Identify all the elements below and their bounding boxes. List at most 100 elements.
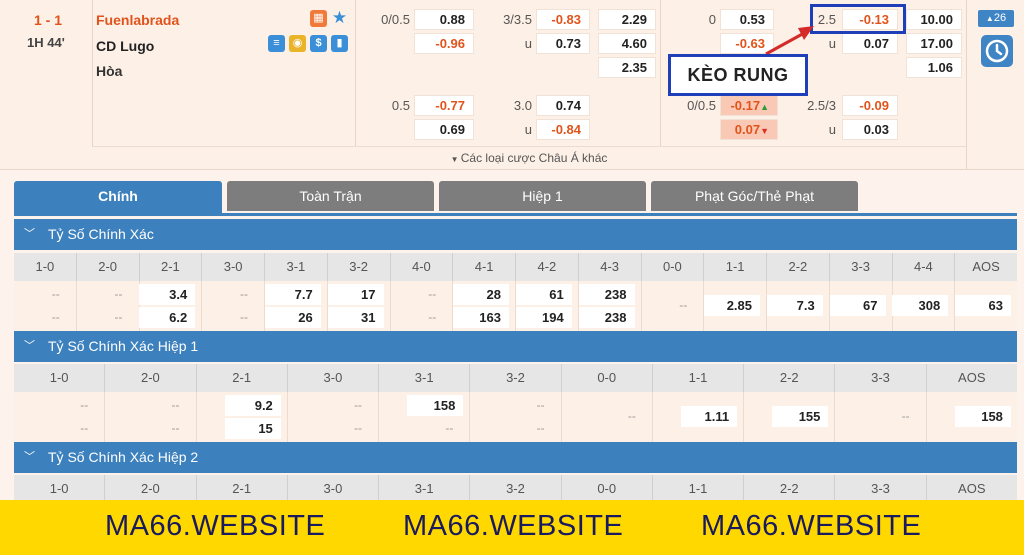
score-odds-cell[interactable]: 67 xyxy=(829,295,886,316)
score-column-header: AOS xyxy=(958,370,986,385)
score-odds-cell[interactable]: 238 xyxy=(578,284,635,305)
arrow-down-icon: ▼ xyxy=(760,126,769,136)
odds-cell[interactable]: -0.84 xyxy=(536,119,590,140)
score-odds-cell[interactable]: 308 xyxy=(892,295,949,316)
bar-chart-icon[interactable]: ▮ xyxy=(331,35,348,52)
score-odds-cell[interactable]: 28 xyxy=(453,284,509,305)
empty-odds: -- xyxy=(240,287,248,301)
tab-main[interactable]: Chính xyxy=(14,181,222,214)
home-team[interactable]: Fuenlabrada xyxy=(96,12,179,28)
score-column-header: 4-3 xyxy=(579,253,642,281)
odds-cell[interactable]: 1.06 xyxy=(906,57,962,78)
score-odds-column: 17 31 xyxy=(327,281,391,331)
score-column-header: 1-1 xyxy=(653,475,745,503)
score-odds-cell[interactable]: 158 xyxy=(954,406,1011,427)
correct-score-h2-header: 1-0 2-0 2-1 3-0 3-1 3-2 0-0 1-1 2-2 3-3 AOS xyxy=(14,475,1017,503)
clock-icon xyxy=(985,39,1009,63)
score-odds-cell[interactable]: 9.2 xyxy=(224,395,281,416)
score-odds-column: 7.3 xyxy=(766,281,830,331)
odds-cell[interactable]: 0.03 xyxy=(842,119,898,140)
odds-cell[interactable]: -0.83 xyxy=(536,9,590,30)
match-time: 1H 44' xyxy=(27,35,65,50)
handicap-line: 0/0.5 xyxy=(687,98,716,113)
score-odds-column: 63 xyxy=(955,281,1017,331)
score-column-header: 2-2 xyxy=(744,364,836,392)
score-column-header: 3-2 xyxy=(470,475,562,503)
score-odds-column: -- -- xyxy=(77,281,140,331)
score-odds-column: -- -- xyxy=(202,281,265,331)
score-odds-column: -- -- xyxy=(14,392,106,442)
score-odds-cell[interactable]: 1.11 xyxy=(681,406,738,427)
score-column-header: 2-1 xyxy=(197,475,288,503)
section-correct-score-h1[interactable]: ﹀ Tỷ Số Chính Xác Hiệp 1 xyxy=(14,331,1017,362)
lineup-icon[interactable]: ≡ xyxy=(268,35,285,52)
score-odds-cell[interactable]: 15 xyxy=(224,418,281,439)
tab-first-half[interactable]: Hiệp 1 xyxy=(439,181,646,211)
odds-cell[interactable]: 0.69 xyxy=(414,119,474,140)
odds-cell[interactable]: 0.74 xyxy=(536,95,590,116)
odds-cell[interactable]: 0.88 xyxy=(414,9,474,30)
odds-cell[interactable]: -0.77 xyxy=(414,95,474,116)
score-odds-cell[interactable]: 63 xyxy=(955,295,1011,316)
score-column-header: 1-1 xyxy=(704,253,767,281)
score-odds-cell[interactable]: 61 xyxy=(515,284,572,305)
favorite-star-icon[interactable]: ★ xyxy=(331,9,348,26)
score-odds-cell[interactable]: 17 xyxy=(327,284,384,305)
watermark-text: MA66.WEBSITE xyxy=(105,510,326,542)
history-clock-button[interactable] xyxy=(981,35,1013,67)
score-column-header: 0-0 xyxy=(562,475,653,503)
markets-count-badge[interactable]: ▲26 xyxy=(978,10,1014,27)
stats-grid-icon[interactable]: ▦ xyxy=(310,10,327,27)
score-odds-column: 28 163 xyxy=(453,281,516,331)
tab-full-match[interactable]: Toàn Trận xyxy=(227,181,434,211)
odds-cell[interactable]: -0.96 xyxy=(414,33,474,54)
section-correct-score-h2[interactable]: ﹀ Tỷ Số Chính Xác Hiệp 2 xyxy=(14,442,1017,473)
more-asian-bets-link[interactable]: ▼ Các loại cược Châu Á khác xyxy=(92,146,966,168)
score-column-header: 3-3 xyxy=(835,475,927,503)
odds-value: -0.17 xyxy=(730,98,761,113)
score-odds-cell[interactable]: 238 xyxy=(578,307,635,328)
away-team[interactable]: CD Lugo xyxy=(96,38,154,54)
score-odds-cell[interactable]: 6.2 xyxy=(139,307,196,328)
odds-cell[interactable]: 0.73 xyxy=(536,33,590,54)
score-odds-column: 3.4 6.2 xyxy=(139,281,203,331)
score-odds-cell[interactable]: 2.85 xyxy=(704,295,760,316)
empty-odds: -- xyxy=(240,310,248,324)
odds-cell-changed[interactable]: 0.07▼ xyxy=(720,119,778,140)
score-odds-cell[interactable]: 26 xyxy=(264,307,321,328)
coin-icon[interactable]: ◉ xyxy=(289,35,306,52)
section-correct-score[interactable]: ﹀ Tỷ Số Chính Xác xyxy=(14,219,1017,250)
odds-cell[interactable]: 10.00 xyxy=(906,9,962,30)
score-column-header: 2-0 xyxy=(105,475,197,503)
odds-cell[interactable]: 4.60 xyxy=(598,33,656,54)
odds-cell-changed[interactable]: -0.17▲ xyxy=(720,95,778,116)
score-odds-cell[interactable]: 194 xyxy=(515,307,572,328)
score-odds-cell[interactable]: 31 xyxy=(327,307,384,328)
score-column-header: 2-2 xyxy=(767,253,830,281)
score-column-header: 3-1 xyxy=(379,475,471,503)
dollar-icon[interactable]: $ xyxy=(310,35,327,52)
score-column-header: 3-0 xyxy=(202,253,265,281)
divider xyxy=(966,0,967,170)
odds-cell[interactable]: -0.09 xyxy=(842,95,898,116)
total-line: 3.0 xyxy=(513,98,532,113)
score-column-header: 0-0 xyxy=(642,253,705,281)
score-odds-cell[interactable]: 7.7 xyxy=(264,284,321,305)
score-column-header: 3-1 xyxy=(265,253,328,281)
score-odds-cell[interactable]: 7.3 xyxy=(766,295,823,316)
score-column-header: 4-0 xyxy=(391,253,454,281)
score-odds-column: 9.2 15 xyxy=(197,392,288,442)
score-odds-cell[interactable]: 3.4 xyxy=(139,284,196,305)
score-odds-cell[interactable]: 158 xyxy=(407,395,464,416)
score-odds-column: 308 xyxy=(892,281,956,331)
correct-score-h1-header: 1-0 2-0 2-1 3-0 3-1 3-2 0-0 1-1 2-2 3-3 AOS xyxy=(14,364,1017,392)
score-odds-column: 158 -- xyxy=(379,392,471,442)
odds-cell[interactable]: 2.29 xyxy=(598,9,656,30)
odds-cell[interactable]: 17.00 xyxy=(906,33,962,54)
odds-cell[interactable]: 2.35 xyxy=(598,57,656,78)
score-column-header: 3-3 xyxy=(830,253,893,281)
score-odds-cell[interactable]: 155 xyxy=(772,406,829,427)
odds-cell[interactable]: 0.07 xyxy=(842,33,898,54)
score-odds-cell[interactable]: 163 xyxy=(453,307,509,328)
tab-corners-cards[interactable]: Phạt Góc/Thẻ Phạt xyxy=(651,181,858,211)
